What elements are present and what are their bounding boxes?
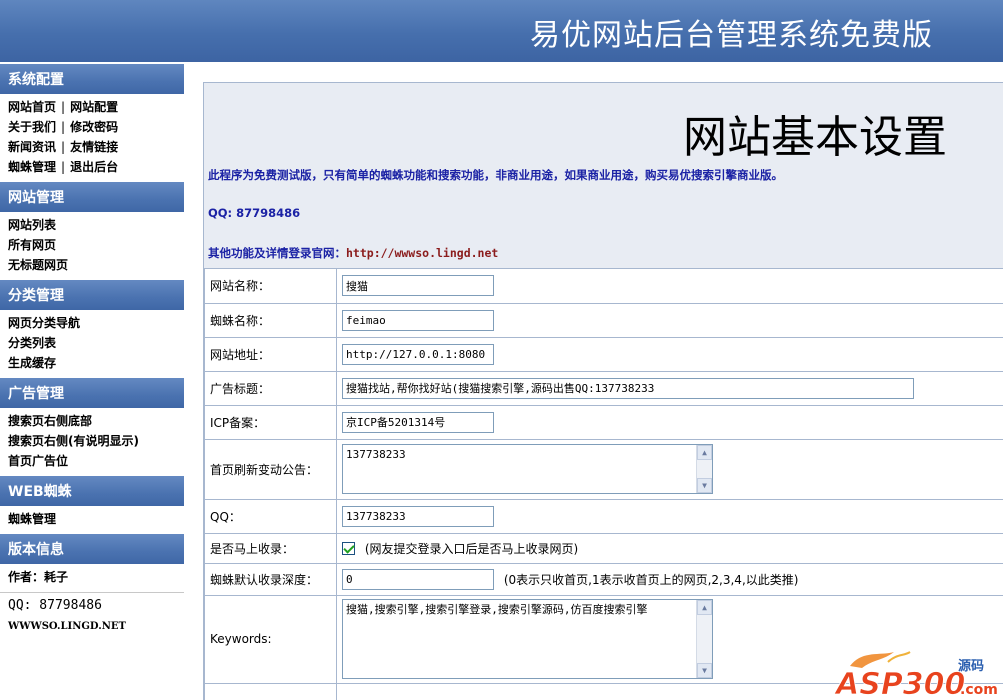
separator: | bbox=[61, 140, 66, 154]
spider-name-input[interactable] bbox=[342, 309, 494, 331]
sidebar-url: WWWSO.LINGD.NET bbox=[8, 621, 126, 632]
separator: | bbox=[61, 120, 66, 134]
scroll-down-icon[interactable]: ▼ bbox=[697, 478, 712, 493]
sidebar-link-spider[interactable]: 蜘蛛管理 bbox=[8, 509, 184, 529]
system-title: 易优网站后台管理系统免费版 bbox=[530, 18, 933, 53]
top-header: 易优网站后台管理系统免费版 bbox=[0, 0, 1003, 62]
label-next-row bbox=[204, 683, 337, 700]
sidebar-link-news[interactable]: 新闻资讯 bbox=[8, 140, 56, 154]
official-site-link[interactable]: http://wwwso.lingd.net bbox=[346, 246, 498, 260]
ad-title-input[interactable] bbox=[342, 377, 914, 399]
sidebar-link-change-password[interactable]: 修改密码 bbox=[70, 120, 118, 134]
logo-domain-text: .com bbox=[960, 682, 998, 698]
depth-hint: (0表示只收首页,1表示收首页上的网页,2,3,4,以此类推) bbox=[503, 572, 799, 587]
sidebar-section-body: 网站首页 | 网站配置 关于我们 | 修改密码 新闻资讯 | 友情链接 蜘蛛管理 | 退出后台 bbox=[0, 94, 184, 180]
sidebar-link-logout[interactable]: 退出后台 bbox=[70, 160, 118, 174]
sidebar-qq: QQ: 87798486 bbox=[0, 592, 184, 618]
sidebar-link-home[interactable]: 网站首页 bbox=[8, 100, 56, 114]
sidebar-section-version-info[interactable]: 版本信息 bbox=[0, 532, 184, 564]
sidebar-link-category-list[interactable]: 分类列表 bbox=[8, 333, 184, 353]
official-site-text: 其他功能及详情登录官网：http://wwwso.lingd.net bbox=[208, 245, 498, 261]
sidebar-link-about[interactable]: 关于我们 bbox=[8, 120, 56, 134]
scroll-up-icon[interactable]: ▲ bbox=[697, 445, 712, 460]
label-spider-name: 蜘蛛名称： bbox=[204, 303, 337, 338]
separator: | bbox=[61, 160, 66, 174]
depth-input[interactable] bbox=[342, 568, 494, 590]
sidebar-section-body: 蜘蛛管理 bbox=[0, 506, 184, 532]
sidebar-link-category-nav[interactable]: 网页分类导航 bbox=[8, 313, 184, 333]
sidebar-section-body: 作者：耗子 bbox=[0, 564, 184, 590]
qq-text: QQ: 87798486 bbox=[208, 206, 301, 220]
sidebar-section-ad-manage[interactable]: 广告管理 bbox=[0, 376, 184, 408]
sidebar-section-site-manage[interactable]: 网站管理 bbox=[0, 180, 184, 212]
auto-index-hint: (网友提交登录入口后是否马上收录网页) bbox=[364, 541, 579, 556]
logo-main-text: ASP300 bbox=[834, 667, 965, 700]
label-depth: 蜘蛛默认收录深度： bbox=[204, 563, 337, 596]
scrollbar[interactable]: ▲ ▼ bbox=[696, 600, 712, 678]
keywords-textarea[interactable]: 搜猫,搜索引擎,搜索引擎登录,搜索引擎源码,仿百度搜索引擎 ▲ ▼ bbox=[342, 599, 713, 679]
sidebar-link-ad-search-bottom[interactable]: 搜索页右侧底部 bbox=[8, 411, 184, 431]
sidebar-link-site-list[interactable]: 网站列表 bbox=[8, 215, 184, 235]
sidebar-section-body: 搜索页右侧底部 搜索页右侧(有说明显示) 首页广告位 bbox=[0, 408, 184, 474]
icp-input[interactable] bbox=[342, 411, 494, 433]
qq-input[interactable] bbox=[342, 505, 494, 527]
page-title: 网站基本设置 bbox=[683, 112, 947, 163]
label-site-url: 网站地址： bbox=[204, 337, 337, 372]
scroll-down-icon[interactable]: ▼ bbox=[697, 663, 712, 678]
home-notice-textarea[interactable]: 137738233 ▲ ▼ bbox=[342, 444, 713, 494]
sidebar-section-system-config[interactable]: 系统配置 bbox=[0, 62, 184, 94]
sidebar-link-ad-home[interactable]: 首页广告位 bbox=[8, 451, 184, 471]
site-name-input[interactable] bbox=[342, 275, 494, 297]
logo-sub-text: 源码 bbox=[958, 658, 984, 674]
main-panel: 网站基本设置 此程序为免费测试版，只有简单的蜘蛛功能和搜索功能，非商业用途，如果… bbox=[203, 82, 1003, 700]
label-keywords: Keywords: bbox=[204, 595, 337, 684]
scrollbar[interactable]: ▲ ▼ bbox=[696, 445, 712, 493]
sidebar-section-body: 网站列表 所有网页 无标题网页 bbox=[0, 212, 184, 278]
sidebar-link-untitled-pages[interactable]: 无标题网页 bbox=[8, 255, 184, 275]
label-home-notice: 首页刷新变动公告： bbox=[204, 439, 337, 500]
label-site-name: 网站名称： bbox=[204, 269, 337, 304]
sidebar-link-all-pages[interactable]: 所有网页 bbox=[8, 235, 184, 255]
sidebar-section-category-manage[interactable]: 分类管理 bbox=[0, 278, 184, 310]
info-box: 网站基本设置 此程序为免费测试版，只有简单的蜘蛛功能和搜索功能，非商业用途，如果… bbox=[204, 83, 1003, 269]
asp300-logo: ASP300 源码 .com bbox=[834, 651, 998, 700]
sidebar-link-generate-cache[interactable]: 生成缓存 bbox=[8, 353, 184, 373]
label-qq: QQ： bbox=[204, 499, 337, 534]
official-site-label: 其他功能及详情登录官网： bbox=[208, 246, 346, 260]
sidebar-section-body: 网页分类导航 分类列表 生成缓存 bbox=[0, 310, 184, 376]
label-ad-title: 广告标题： bbox=[204, 371, 337, 406]
separator: | bbox=[61, 100, 66, 114]
sidebar-link-ad-search-right[interactable]: 搜索页右侧(有说明显示) bbox=[8, 431, 184, 451]
label-auto-index: 是否马上收录： bbox=[204, 533, 337, 564]
settings-form: 网站名称： 蜘蛛名称： 网站地址： 广告标题： ICP备案： 首页刷新变动公告：… bbox=[204, 269, 1003, 700]
author-info: 作者：耗子 bbox=[8, 570, 69, 584]
sidebar-link-spider-manage[interactable]: 蜘蛛管理 bbox=[8, 160, 56, 174]
site-url-input[interactable] bbox=[342, 343, 494, 365]
label-icp: ICP备案： bbox=[204, 405, 337, 440]
auto-index-checkbox[interactable] bbox=[342, 541, 355, 555]
sidebar-section-web-spider[interactable]: WEB蜘蛛 bbox=[0, 474, 184, 506]
sidebar-link-friend-links[interactable]: 友情链接 bbox=[70, 140, 118, 154]
sidebar-link-site-config[interactable]: 网站配置 bbox=[70, 100, 118, 114]
scroll-up-icon[interactable]: ▲ bbox=[697, 600, 712, 615]
sidebar: 系统配置 网站首页 | 网站配置 关于我们 | 修改密码 新闻资讯 | 友情链接 蜘蛛管理 |… bbox=[0, 62, 184, 700]
notice-text: 此程序为免费测试版，只有简单的蜘蛛功能和搜索功能，非商业用途，如果商业用途，购买… bbox=[208, 168, 783, 182]
